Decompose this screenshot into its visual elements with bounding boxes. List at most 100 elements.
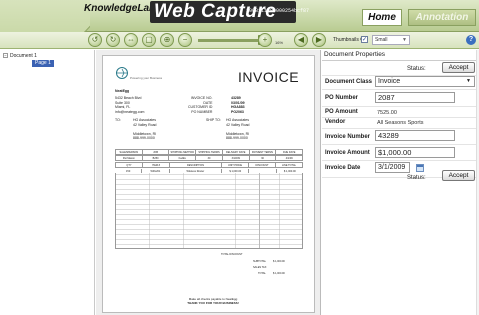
invoice-footer: Make all checks payable to NeatEgg THANK… <box>173 297 253 305</box>
footer-line: THANK YOU FOR YOUR BUSINESS! <box>187 301 239 305</box>
status-label: Status: <box>407 66 426 72</box>
po-number-input[interactable]: 2087 <box>375 92 455 103</box>
divider <box>322 106 479 107</box>
invoice-date-input[interactable]: 3/1/2009 <box>375 162 410 173</box>
meta-value: HGA883 <box>231 105 245 109</box>
meta-label: PO NUMBER <box>191 109 213 114</box>
total-value: $ 1,000.00 <box>273 272 285 275</box>
items-header-row: QTY ITEM # DESCRIPTION UNIT PRICE DISCOU… <box>115 162 303 168</box>
rotate-left-icon[interactable]: ↺ <box>88 33 102 47</box>
to-label: TO: <box>115 118 121 122</box>
document-tree: − Document 1 Page 1 <box>0 50 95 315</box>
shipto-line: 888-999-0000 <box>226 136 248 140</box>
tree-document-label: Document 1 <box>10 53 37 59</box>
invoice-amount-input[interactable]: $1,000.00 <box>375 147 455 158</box>
items-grid <box>115 169 303 249</box>
table-header-cell: SHIPPING TERMS <box>196 150 223 154</box>
table-cell: Wireless Router <box>170 169 223 173</box>
accept-button-bottom[interactable]: Accept <box>442 170 475 181</box>
table-cell: 150 <box>115 169 143 173</box>
table-header-cell: QTY <box>116 163 143 167</box>
fit-width-icon[interactable]: ⇔ <box>124 33 138 47</box>
zoom-out-icon[interactable]: − <box>178 33 192 47</box>
panel-title: Document Properties <box>324 51 386 58</box>
zoom-level: 16% <box>275 40 284 45</box>
accept-button-top[interactable]: Accept <box>442 62 475 73</box>
meta-value: PO2063 <box>231 109 244 114</box>
document-class-value: Invoice <box>378 78 401 85</box>
subtotal-value: $ 1,000.00 <box>273 260 285 263</box>
po-amount-value: 7525.00 <box>377 110 397 116</box>
table-cell: B250 <box>143 156 170 160</box>
table-cell: WRL201 <box>142 169 170 173</box>
table-header-cell: PAYMENT TERMS <box>250 150 277 154</box>
to-line: 888-999-0000 <box>133 136 155 140</box>
invoice-amount-label: Invoice Amount <box>325 150 370 156</box>
table-cell: FedEx <box>169 156 197 160</box>
table-header-cell: DESCRIPTION <box>170 163 222 167</box>
vendor-value: All Seasons Sports <box>377 120 424 126</box>
address-line: 5432 Beach Blvd <box>115 96 142 100</box>
address-line: info@neategg.com <box>115 109 145 114</box>
po-amount-label: PO Amount <box>325 109 358 115</box>
total-label: TOTAL <box>258 272 266 275</box>
table-header-cell: SALESPERSON <box>116 150 143 154</box>
help-icon[interactable]: ? <box>466 35 476 45</box>
invoice-title: INVOICE <box>238 69 300 85</box>
invoice-address: 5432 Beach Blvd Suite 300 Miami, FL info… <box>115 96 144 114</box>
tree-item-page[interactable]: Page 1 <box>32 60 54 67</box>
table-cell: 30 <box>196 156 223 160</box>
document-id: 2008111200000254bcf87 <box>246 8 310 14</box>
table-header-cell: DISCOUNT <box>249 163 276 167</box>
app-header: KnowledgeLake Web Capture 20081112000002… <box>0 0 479 45</box>
table-header-cell: ITEM # <box>143 163 170 167</box>
table-cell: 4/1/09 <box>285 156 293 160</box>
meta-label: INVOICE NO. <box>190 96 213 100</box>
document-class-select[interactable]: Invoice ▼ <box>375 76 475 87</box>
meta-label: CUSTOMER ID <box>188 105 213 109</box>
table-cell: Pat Mason <box>116 156 143 160</box>
rotate-right-icon[interactable]: ↻ <box>106 33 120 47</box>
fit-page-icon[interactable]: ▢ <box>142 33 156 47</box>
invoice-meta-labels: INVOICE NO. DATE CUSTOMER ID PO NUMBER <box>188 96 212 114</box>
calendar-icon[interactable] <box>416 164 424 172</box>
invoice-page: Powering your Business INVOICE NeatEgg 5… <box>102 55 315 313</box>
vendor-label: Vendor <box>325 119 346 125</box>
zoom-in-icon[interactable]: + <box>258 33 272 47</box>
table-header-cell: JOB <box>143 150 170 154</box>
tab-home[interactable]: Home <box>362 9 402 26</box>
table-cell: $ 1,000.00 <box>222 169 250 173</box>
divider <box>322 128 479 129</box>
previous-page-icon[interactable]: ◀ <box>294 33 308 47</box>
divider <box>322 60 479 61</box>
table-header-cell: DUE DATE <box>282 150 296 154</box>
chevron-down-icon: ▼ <box>466 78 471 84</box>
po-number-label: PO Number <box>325 95 359 101</box>
divider <box>322 144 479 145</box>
collapse-icon[interactable]: − <box>3 53 8 59</box>
next-page-icon[interactable]: ▶ <box>312 33 326 47</box>
divider <box>322 89 479 90</box>
table-cell: 30 <box>250 156 277 160</box>
invoice-tagline: Powering your Business <box>130 76 163 80</box>
actual-size-icon[interactable]: ⊕ <box>160 33 174 47</box>
sales-tax-label: SALES TAX <box>253 266 267 269</box>
table-cell: 3/10/09 <box>223 156 250 160</box>
table-header-cell: UNIT PRICE <box>222 163 249 167</box>
shipto-label: SHIP TO: <box>206 118 221 122</box>
tree-item-document[interactable]: − Document 1 <box>3 53 37 59</box>
document-class-label: Document Class <box>325 79 373 85</box>
invoice-company: NeatEgg <box>115 89 130 93</box>
tab-annotation[interactable]: Annotation <box>408 9 476 26</box>
table-cell: $ 1,000.00 <box>283 169 296 173</box>
invoice-logo-icon <box>116 67 128 79</box>
item-row: 150 WRL201 Wireless Router $ 1,000.00 $ … <box>115 169 303 173</box>
shipping-values-row: Pat Mason B250 FedEx 30 3/10/09 30 4/1/0… <box>115 155 303 161</box>
status-label-bottom: Status: <box>407 175 426 181</box>
thumbnail-size-select[interactable]: Small ▼ <box>372 35 410 45</box>
thumbnails-checkbox[interactable]: ✓ <box>361 36 368 43</box>
document-viewer[interactable]: Powering your Business INVOICE NeatEgg 5… <box>96 50 321 315</box>
thumbnail-size-value: Small <box>375 37 388 43</box>
table-cell <box>249 169 277 173</box>
invoice-number-input[interactable]: 43289 <box>375 130 455 141</box>
